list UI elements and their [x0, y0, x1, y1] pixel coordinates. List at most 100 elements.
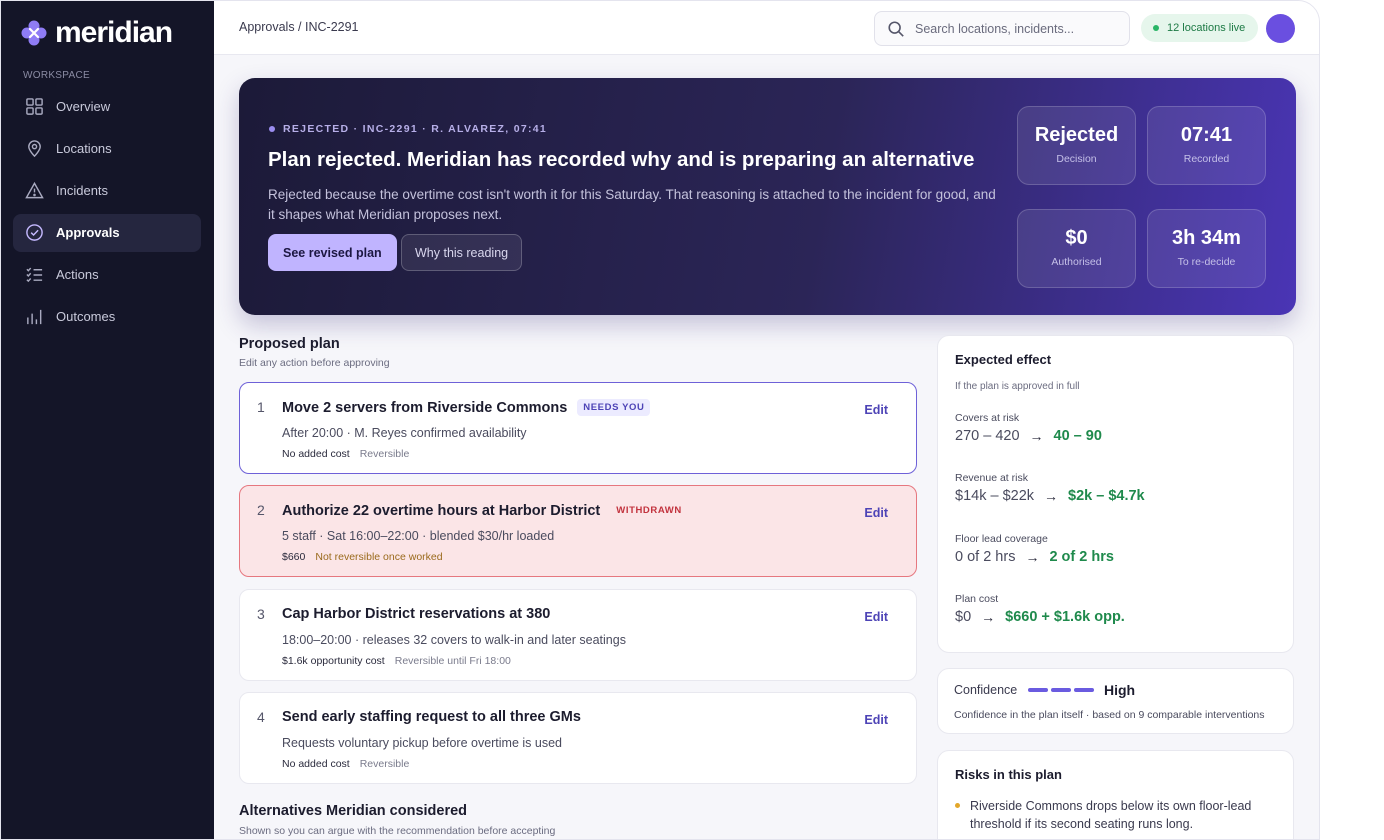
avatar[interactable]	[1266, 14, 1295, 43]
effect-title: Expected effect	[955, 352, 1052, 367]
edit-button[interactable]: Edit	[864, 610, 888, 624]
edit-button[interactable]: Edit	[864, 403, 888, 417]
stat-label: Decision	[1056, 153, 1097, 165]
bullet-icon	[955, 803, 960, 808]
metric-from: $14k – $22k	[955, 488, 1035, 504]
stat-value: 3h 34m	[1172, 227, 1241, 249]
sidebar-item-label: Approvals	[56, 225, 120, 241]
action-title: Move 2 servers from Riverside Commons NEE…	[282, 399, 651, 416]
plan-action-1[interactable]: 1 Move 2 servers from Riverside Commons N…	[239, 382, 917, 474]
stat-recorded: 07:41 Recorded	[1147, 106, 1266, 185]
decision-tag: REJECTED · INC-2291 · R. ALVAREZ, 07:41	[269, 123, 547, 135]
action-reversibility: Not reversible once worked	[315, 551, 443, 563]
logo-mark-icon	[21, 20, 47, 46]
metric-floor-lead-coverage: Floor lead coverage 0 of 2 hrs → 2 of 2 hr…	[955, 533, 1114, 565]
needs-you-badge: NEEDS YOU	[577, 399, 651, 416]
metric-revenue-at-risk: Revenue at risk $14k – $22k → $2k – $4.7k	[955, 472, 1145, 504]
arrow-right-icon: →	[1044, 488, 1059, 504]
arrow-right-icon: →	[1025, 549, 1040, 565]
logo[interactable]: meridian	[21, 15, 173, 51]
action-title: Authorize 22 overtime hours at Harbor Di…	[282, 502, 688, 519]
stat-decision: Rejected Decision	[1017, 106, 1136, 185]
metric-plan-cost: Plan cost $0 → $660 + $1.6k opp.	[955, 593, 1125, 625]
risk-item: Riverside Commons drops below its own fl…	[955, 797, 1275, 833]
sidebar-item-label: Outcomes	[56, 309, 116, 325]
stat-label: Authorised	[1051, 256, 1102, 268]
metric-from: 270 – 420	[955, 428, 1020, 444]
stat-value: 07:41	[1180, 124, 1233, 146]
action-number: 1	[257, 399, 265, 415]
metric-covers-at-risk: Covers at risk 270 – 420 → 40 – 90	[955, 412, 1102, 444]
confidence-meter	[1028, 688, 1094, 692]
check-circle-icon	[25, 224, 43, 241]
stat-to-redecide: 3h 34m To re-decide	[1147, 209, 1266, 288]
alternatives-title: Alternatives Meridian considered	[239, 803, 468, 819]
effect-subtitle: If the plan is approved in full	[955, 381, 1080, 392]
action-number: 2	[257, 502, 265, 518]
action-title: Cap Harbor District reservations at 380	[282, 606, 551, 622]
action-cost: No added cost	[282, 448, 350, 460]
sidebar-item-overview[interactable]: Overview	[13, 87, 201, 125]
checklist-icon	[25, 267, 42, 283]
plan-action-4[interactable]: 4 Send early staffing request to all thr…	[239, 692, 917, 784]
metric-to: $2k – $4.7k	[1068, 488, 1145, 504]
status-dot-icon	[269, 126, 275, 132]
action-meta: No added cost Reversible	[282, 448, 409, 460]
sidebar-nav: Overview Locations Incidents Approvals A…	[13, 87, 201, 340]
map-pin-icon	[27, 139, 41, 157]
alternatives-subtitle: Shown so you can argue with the recommen…	[239, 825, 556, 837]
sidebar-item-locations[interactable]: Locations	[13, 129, 201, 167]
stat-value: $0	[1065, 227, 1088, 249]
arrow-right-icon: →	[981, 609, 996, 625]
why-this-reading-button[interactable]: Why this reading	[401, 234, 523, 271]
action-detail: 18:00–20:00 · releases 32 covers to walk…	[282, 633, 626, 647]
logo-text: meridian	[55, 16, 173, 49]
breadcrumb[interactable]: Approvals / INC-2291	[239, 20, 359, 34]
sidebar-item-incidents[interactable]: Incidents	[13, 171, 201, 209]
risks-panel: Risks in this plan Riverside Commons dro…	[937, 750, 1294, 839]
confidence-label: Confidence	[954, 683, 1018, 697]
plan-title: Proposed plan	[239, 336, 340, 352]
action-title: Send early staffing request to all three…	[282, 709, 581, 725]
risk-text: Riverside Commons drops below its own fl…	[970, 799, 1252, 831]
action-detail: Requests voluntary pickup before overtim…	[282, 736, 563, 750]
nav-section-label: WORKSPACE	[23, 70, 90, 81]
live-status-badge: 12 locations live	[1141, 14, 1259, 42]
stat-authorised: $0 Authorised	[1017, 209, 1136, 288]
plan-action-3[interactable]: 3 Cap Harbor District reservations at 38…	[239, 589, 917, 681]
sidebar-item-actions[interactable]: Actions	[13, 256, 201, 294]
action-detail: 5 staff · Sat 16:00–22:00 · blended $30/…	[282, 529, 555, 543]
live-status-text: 12 locations live	[1167, 22, 1246, 34]
stat-label: Recorded	[1183, 153, 1230, 165]
expected-effect-panel: Expected effect If the plan is approved …	[937, 335, 1294, 653]
plan-subtitle: Edit any action before approving	[239, 357, 390, 369]
sidebar-item-label: Locations	[56, 140, 112, 156]
action-cost: $660	[282, 551, 306, 563]
sidebar-item-label: Incidents	[56, 182, 109, 198]
sidebar-item-outcomes[interactable]: Outcomes	[13, 298, 201, 336]
edit-button[interactable]: Edit	[864, 713, 888, 727]
search-input[interactable]	[915, 21, 1115, 36]
edit-button[interactable]: Edit	[864, 506, 888, 520]
metric-label: Revenue at risk	[955, 472, 1028, 484]
search-box[interactable]	[874, 11, 1130, 46]
metric-from: $0	[955, 609, 972, 625]
sidebar-item-approvals[interactable]: Approvals	[13, 213, 201, 252]
confidence-note: Confidence in the plan itself · based on…	[954, 709, 1265, 721]
risks-title: Risks in this plan	[955, 767, 1062, 782]
plan-action-2[interactable]: 2 Authorize 22 overtime hours at Harbor …	[239, 485, 917, 577]
topbar: Approvals / INC-2291 12 locations live	[214, 1, 1319, 55]
stat-value: Rejected	[1034, 124, 1119, 146]
action-detail: After 20:00 · M. Reyes confirmed availab…	[282, 426, 527, 440]
action-reversibility: Reversible	[359, 758, 410, 770]
live-dot-icon	[1153, 25, 1159, 31]
sidebar-item-label: Overview	[56, 98, 111, 114]
see-revised-plan-button[interactable]: See revised plan	[268, 234, 397, 271]
arrow-right-icon: →	[1029, 428, 1044, 444]
action-meta: $660 Not reversible once worked	[282, 551, 443, 563]
action-reversibility: Reversible	[359, 448, 410, 460]
warning-icon	[24, 181, 44, 199]
bar-chart-icon	[26, 310, 41, 325]
decision-banner: REJECTED · INC-2291 · R. ALVAREZ, 07:41 …	[239, 78, 1296, 315]
grid-icon	[25, 97, 43, 115]
